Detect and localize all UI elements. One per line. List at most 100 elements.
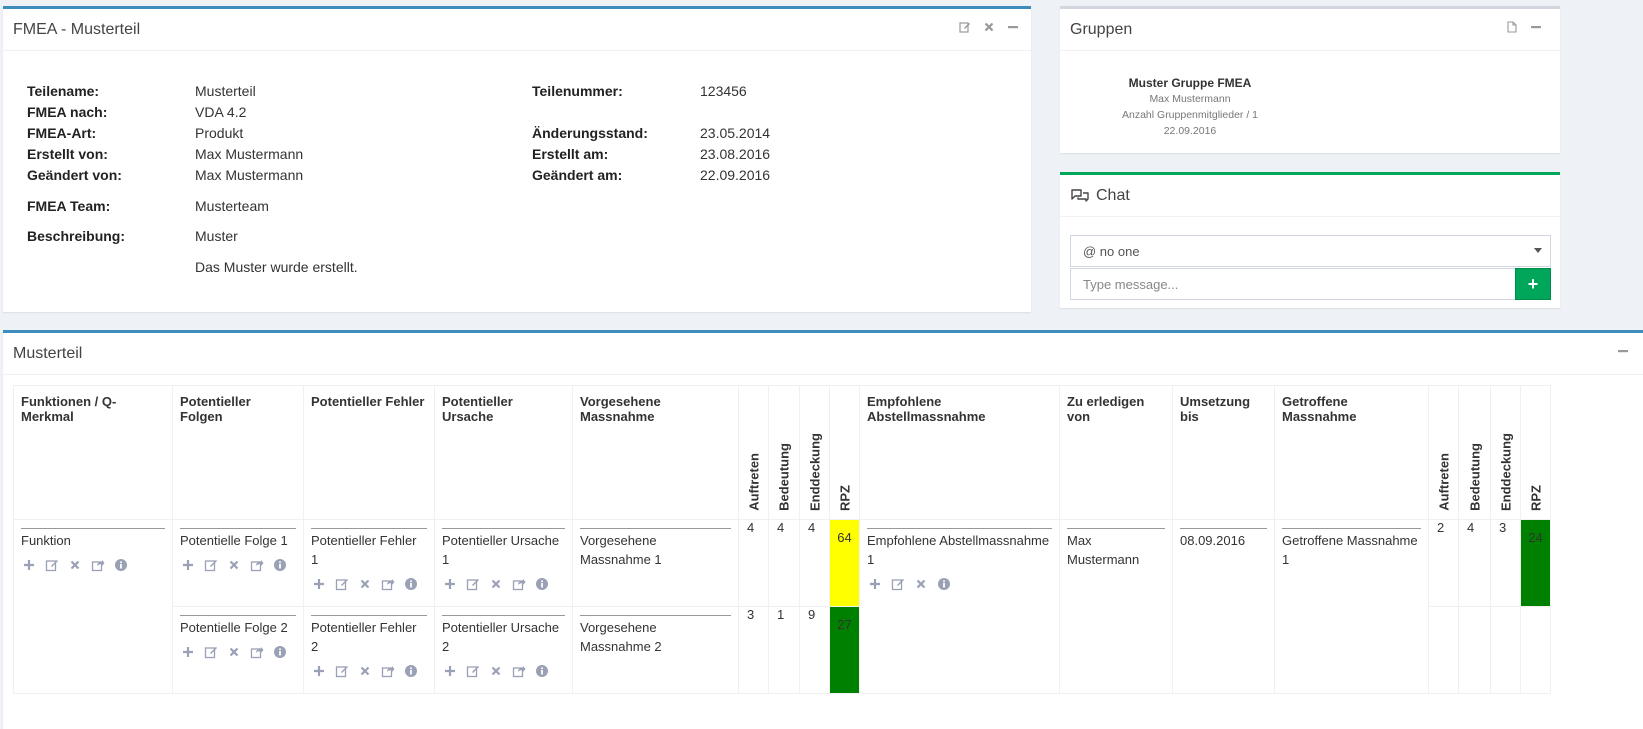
group-date: 22.09.2016 bbox=[1163, 125, 1217, 137]
group-item[interactable]: Muster Gruppe FMEA Max Mustermann Anzahl… bbox=[1060, 75, 1320, 139]
edit-icon[interactable] bbox=[959, 21, 971, 33]
folge-text: Potentielle Folge 1 bbox=[180, 533, 288, 548]
zu-erledigen-text: Max Mustermann bbox=[1067, 533, 1140, 567]
add-icon[interactable] bbox=[443, 577, 458, 592]
info-row-teilename: Teilename: Musterteil bbox=[27, 83, 256, 99]
cell-block: Potentieller Ursache 2 bbox=[442, 615, 565, 656]
info-value: Max Mustermann bbox=[195, 167, 304, 183]
recipient-select[interactable]: @ no one bbox=[1070, 235, 1551, 267]
edit-icon[interactable] bbox=[204, 645, 219, 660]
edit-icon[interactable] bbox=[204, 558, 219, 573]
ursache-cell: Potentieller Ursache 1 bbox=[434, 519, 573, 607]
delete-icon[interactable] bbox=[358, 664, 373, 679]
folge-cell: Potentielle Folge 1 bbox=[172, 519, 304, 607]
gruppen-panel-header: Gruppen bbox=[1060, 9, 1560, 51]
info-icon[interactable] bbox=[404, 664, 419, 679]
info-icon[interactable] bbox=[273, 645, 288, 660]
info-row-geaendert-von: Geändert von: Max Mustermann bbox=[27, 167, 303, 183]
info-row-aenderungsstand: Änderungsstand: 23.05.2014 bbox=[532, 125, 770, 141]
close-icon[interactable] bbox=[983, 21, 995, 33]
add-icon[interactable] bbox=[312, 577, 327, 592]
row-actions bbox=[312, 664, 427, 679]
share-icon[interactable] bbox=[250, 645, 265, 660]
empfohlene-text: Empfohlene Abstellmassnahme 1 bbox=[867, 533, 1050, 567]
col-header-auftreten: Auftreten bbox=[738, 385, 769, 520]
info-icon[interactable] bbox=[937, 577, 952, 592]
collapse-icon[interactable] bbox=[1530, 21, 1542, 33]
fmea-table: Funktionen / Q-Merkmal Potentieller Folg… bbox=[13, 385, 1551, 694]
delete-icon[interactable] bbox=[68, 558, 83, 573]
cell-block: Vorgesehene Massnahme 2 bbox=[580, 615, 731, 656]
ursache-cell: Potentieller Ursache 2 bbox=[434, 606, 573, 694]
col-header-bedeutung-2-label: Bedeutung bbox=[1467, 443, 1482, 511]
chat-panel-header: Chat bbox=[1060, 175, 1560, 217]
col-header-rpz-label: RPZ bbox=[837, 485, 852, 511]
delete-icon[interactable] bbox=[489, 664, 504, 679]
add-icon[interactable] bbox=[868, 577, 883, 592]
delete-icon[interactable] bbox=[358, 577, 373, 592]
empty-cell bbox=[1490, 606, 1521, 694]
edit-icon[interactable] bbox=[891, 577, 906, 592]
info-label: Geändert am: bbox=[532, 167, 623, 183]
funktion-text: Funktion bbox=[21, 533, 71, 548]
info-row-erstellt-am: Erstellt am: 23.08.2016 bbox=[532, 146, 770, 162]
edit-icon[interactable] bbox=[466, 664, 481, 679]
share-icon[interactable] bbox=[91, 558, 106, 573]
info-value: Produkt bbox=[195, 125, 244, 141]
add-icon[interactable] bbox=[22, 558, 37, 573]
file-icon[interactable] bbox=[1506, 21, 1518, 33]
gruppen-panel: Gruppen Muster Gruppe FMEA Max Musterman… bbox=[1060, 6, 1560, 153]
message-input[interactable] bbox=[1070, 268, 1516, 300]
edit-icon[interactable] bbox=[335, 577, 350, 592]
add-icon[interactable] bbox=[312, 664, 327, 679]
group-owner: Max Mustermann bbox=[1149, 93, 1231, 105]
info-icon[interactable] bbox=[535, 577, 550, 592]
empty-cell bbox=[1428, 606, 1459, 694]
share-icon[interactable] bbox=[512, 577, 527, 592]
cell-block: Max Mustermann bbox=[1067, 528, 1165, 569]
rpz-value: 64 bbox=[837, 530, 852, 545]
fehler-cell: Potentieller Fehler 1 bbox=[303, 519, 435, 607]
rpz-2-cell: 24 bbox=[1520, 519, 1551, 607]
delete-icon[interactable] bbox=[489, 577, 504, 592]
info-label: Geändert von: bbox=[27, 167, 122, 183]
row-actions bbox=[181, 645, 296, 660]
share-icon[interactable] bbox=[381, 577, 396, 592]
info-icon[interactable] bbox=[404, 577, 419, 592]
share-icon[interactable] bbox=[250, 558, 265, 573]
share-icon[interactable] bbox=[381, 664, 396, 679]
info-row-teilenummer: Teilenummer: 123456 bbox=[532, 83, 747, 99]
add-icon[interactable] bbox=[181, 558, 196, 573]
add-icon[interactable] bbox=[181, 645, 196, 660]
share-icon[interactable] bbox=[512, 664, 527, 679]
edit-icon[interactable] bbox=[45, 558, 60, 573]
info-row-geaendert-am: Geändert am: 22.09.2016 bbox=[532, 167, 770, 183]
collapse-icon[interactable] bbox=[1617, 345, 1629, 357]
rpz-cell: 27 bbox=[829, 606, 860, 694]
col-header-funktionen: Funktionen / Q-Merkmal bbox=[13, 385, 173, 520]
info-icon[interactable] bbox=[273, 558, 288, 573]
delete-icon[interactable] bbox=[914, 577, 929, 592]
bedeutung-2-value: 4 bbox=[1458, 519, 1491, 607]
table-header-row: Funktionen / Q-Merkmal Potentieller Folg… bbox=[13, 385, 1551, 520]
cell-block: Funktion bbox=[21, 528, 165, 550]
fmea-panel-title: FMEA - Musterteil bbox=[13, 20, 141, 38]
info-icon[interactable] bbox=[535, 664, 550, 679]
send-button[interactable]: + bbox=[1515, 268, 1551, 300]
gruppen-panel-tools bbox=[1506, 21, 1542, 33]
col-header-enddeckung: Enddeckung bbox=[799, 385, 830, 520]
delete-icon[interactable] bbox=[227, 558, 242, 573]
edit-icon[interactable] bbox=[466, 577, 481, 592]
collapse-icon[interactable] bbox=[1007, 21, 1019, 33]
info-icon[interactable] bbox=[114, 558, 129, 573]
enddeckung-value: 9 bbox=[799, 606, 830, 694]
musterteil-panel-header: Musterteil bbox=[3, 333, 1643, 375]
bedeutung-value: 4 bbox=[768, 519, 800, 607]
auftreten-2-value: 2 bbox=[1428, 519, 1459, 607]
row-actions bbox=[443, 577, 565, 592]
add-icon[interactable] bbox=[443, 664, 458, 679]
edit-icon[interactable] bbox=[335, 664, 350, 679]
delete-icon[interactable] bbox=[227, 645, 242, 660]
row-actions bbox=[22, 558, 165, 573]
info-label: Teilenummer: bbox=[532, 83, 623, 99]
